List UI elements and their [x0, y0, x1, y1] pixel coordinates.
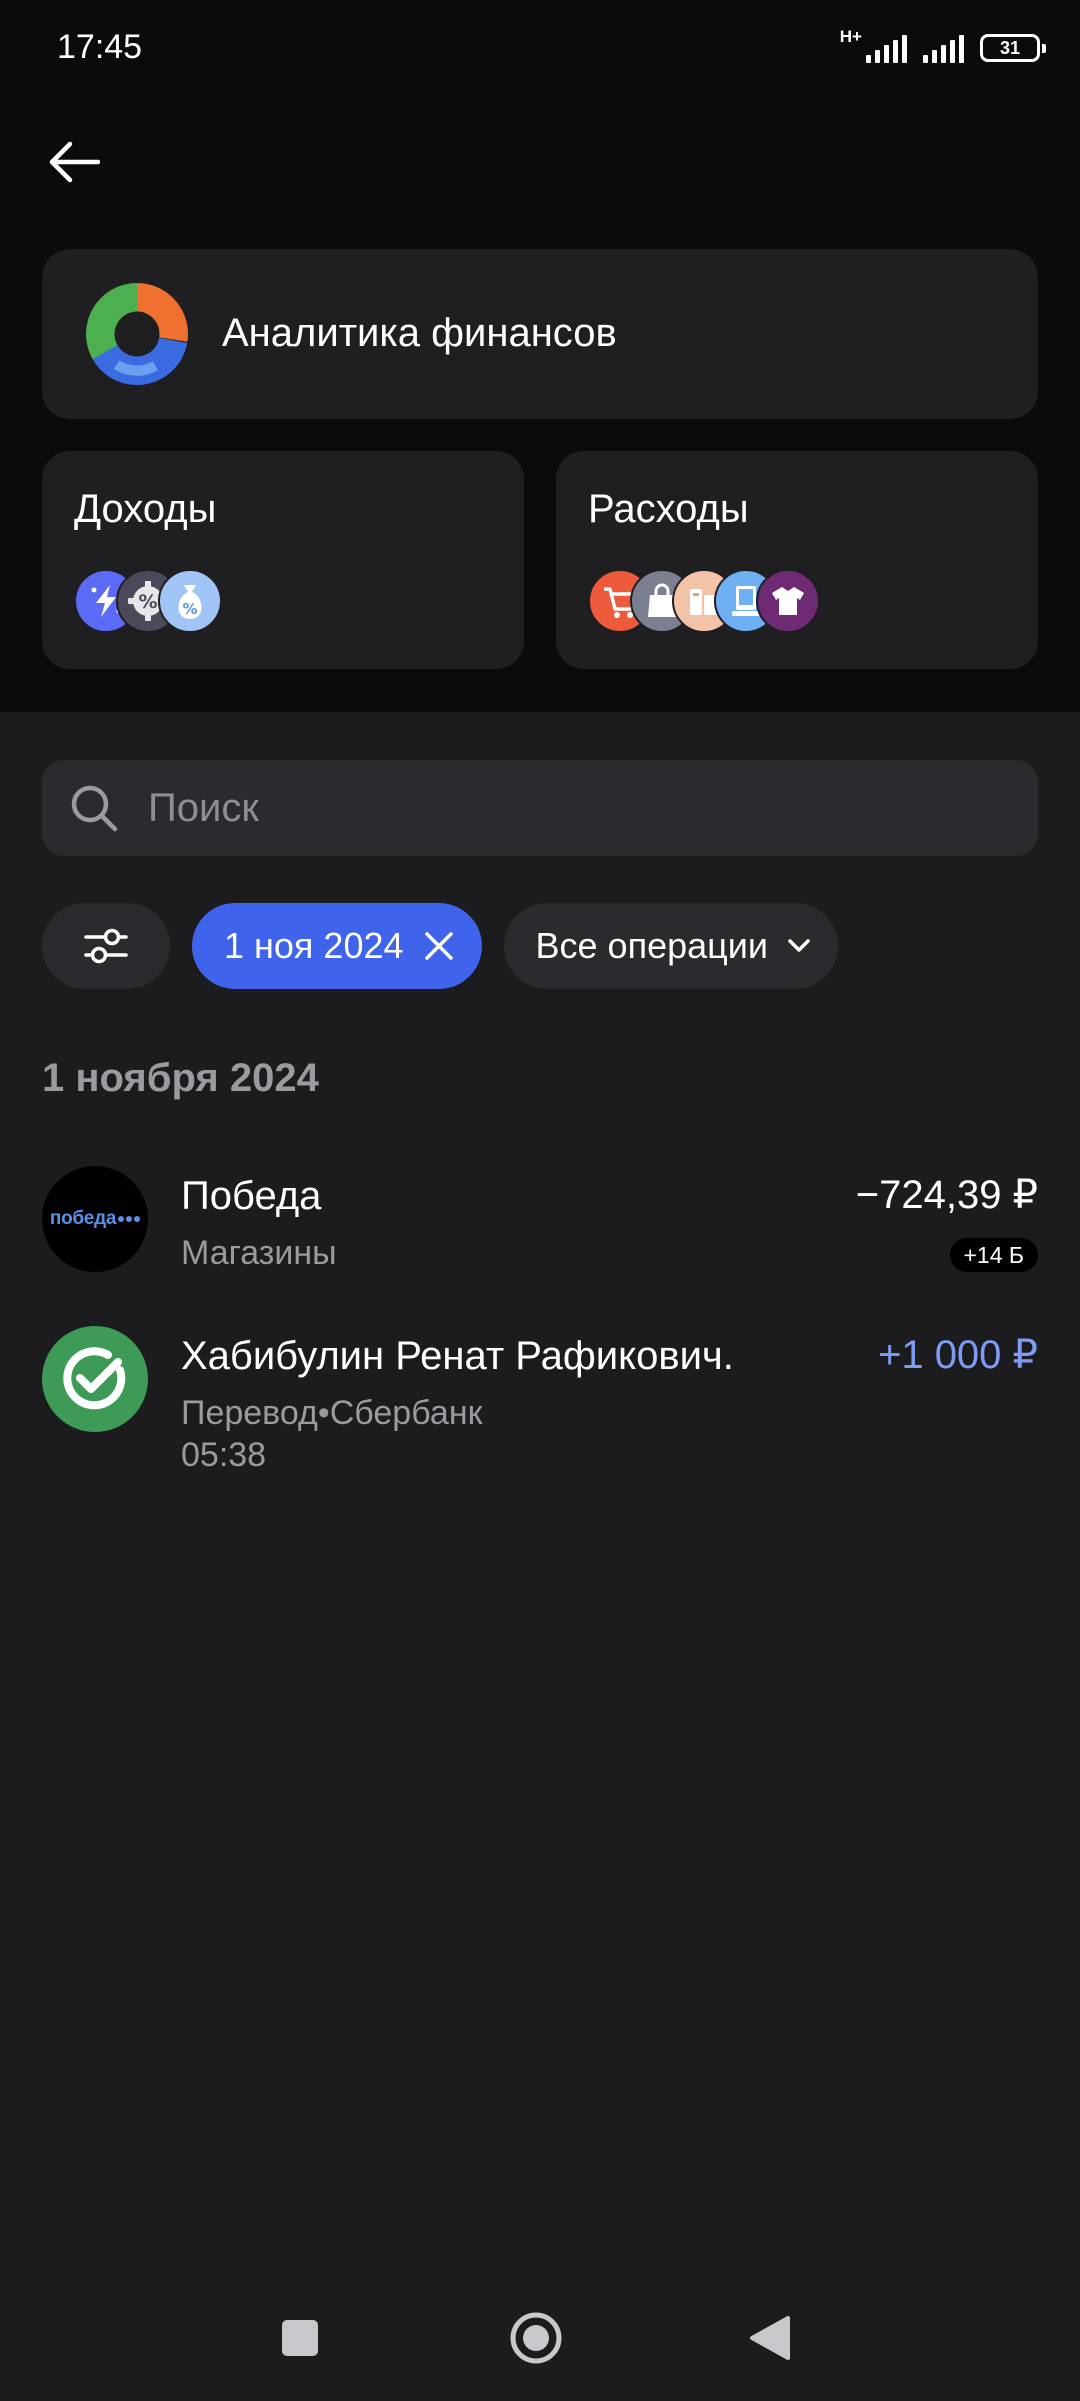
income-title: Доходы	[74, 487, 217, 531]
transaction-category: Магазины	[181, 1234, 337, 1272]
search-input[interactable]	[148, 760, 1008, 856]
chevron-down-icon	[788, 939, 810, 952]
app-screen: 17:45 H+ 31 Аналитика финансов Доходы % …	[0, 0, 1080, 2401]
income-category-icons: % %	[74, 569, 222, 635]
transaction-row[interactable]: победа Победа Магазины −724,39 ₽ +14 Б	[42, 1166, 1038, 1286]
clothing-icon	[756, 569, 820, 633]
triangle-back-icon	[750, 2316, 790, 2360]
home-button[interactable]	[506, 2308, 566, 2368]
circle-icon	[510, 2312, 562, 2364]
money-bag-icon: %	[158, 569, 222, 633]
transaction-amount: −724,39 ₽	[855, 1173, 1038, 1217]
transaction-category: Перевод•Сбербанк	[181, 1394, 483, 1432]
expenses-title: Расходы	[588, 487, 749, 531]
status-icons: H+ 31	[839, 27, 1046, 68]
battery-icon: 31	[980, 34, 1046, 62]
merchant-logo: победа	[42, 1166, 148, 1272]
signal-icon	[923, 33, 964, 63]
transaction-amount: +1 000 ₽	[877, 1333, 1038, 1377]
close-icon[interactable]	[424, 931, 454, 961]
pobeda-logo: победа	[49, 1208, 141, 1230]
status-time: 17:45	[57, 28, 143, 66]
transaction-name: Хабибулин Ренат Рафикович.	[181, 1334, 734, 1378]
back-button[interactable]	[42, 130, 106, 194]
recents-button[interactable]	[270, 2308, 330, 2368]
signal-icon	[866, 33, 907, 63]
search-icon	[71, 785, 118, 832]
date-heading: 1 ноября 2024	[42, 1056, 319, 1100]
pobeda-logo-dots	[118, 1216, 141, 1222]
transaction-time: 05:38	[181, 1436, 267, 1474]
square-icon	[282, 2320, 318, 2356]
expenses-category-icons	[588, 569, 820, 635]
header-area: 17:45 H+ 31 Аналитика финансов Доходы % …	[0, 0, 1080, 712]
bonus-badge: +14 Б	[949, 1238, 1038, 1272]
expenses-card[interactable]: Расходы	[556, 451, 1038, 669]
donut-chart-icon	[86, 283, 188, 385]
sliders-icon	[84, 928, 128, 964]
filter-settings-button[interactable]	[42, 903, 170, 989]
pobeda-logo-text: победа	[49, 1208, 117, 1229]
date-filter-label: 1 ноя 2024	[224, 925, 404, 966]
transaction-row[interactable]: Хабибулин Ренат Рафикович. Перевод•Сберб…	[42, 1326, 1038, 1476]
income-card[interactable]: Доходы % %	[42, 451, 524, 669]
operations-filter-label: Все операции	[535, 925, 768, 966]
svg-text:%: %	[138, 591, 157, 613]
status-bar: 17:45 H+ 31	[0, 0, 1080, 100]
network-type: H+	[839, 27, 862, 46]
transaction-name: Победа	[181, 1174, 322, 1218]
svg-text:%: %	[182, 600, 197, 618]
system-nav-bar	[0, 2290, 1080, 2380]
sberbank-logo-icon	[42, 1326, 148, 1432]
analytics-card[interactable]: Аналитика финансов	[42, 249, 1038, 419]
operations-filter-chip[interactable]: Все операции	[503, 903, 838, 989]
arrow-left-icon	[49, 141, 100, 183]
filter-chips: 1 ноя 2024 Все операции	[42, 903, 838, 989]
battery-level: 31	[999, 38, 1021, 58]
date-filter-chip[interactable]: 1 ноя 2024	[192, 903, 482, 989]
system-back-button[interactable]	[740, 2308, 800, 2368]
search-bar[interactable]	[42, 760, 1038, 856]
analytics-title: Аналитика финансов	[222, 311, 617, 355]
